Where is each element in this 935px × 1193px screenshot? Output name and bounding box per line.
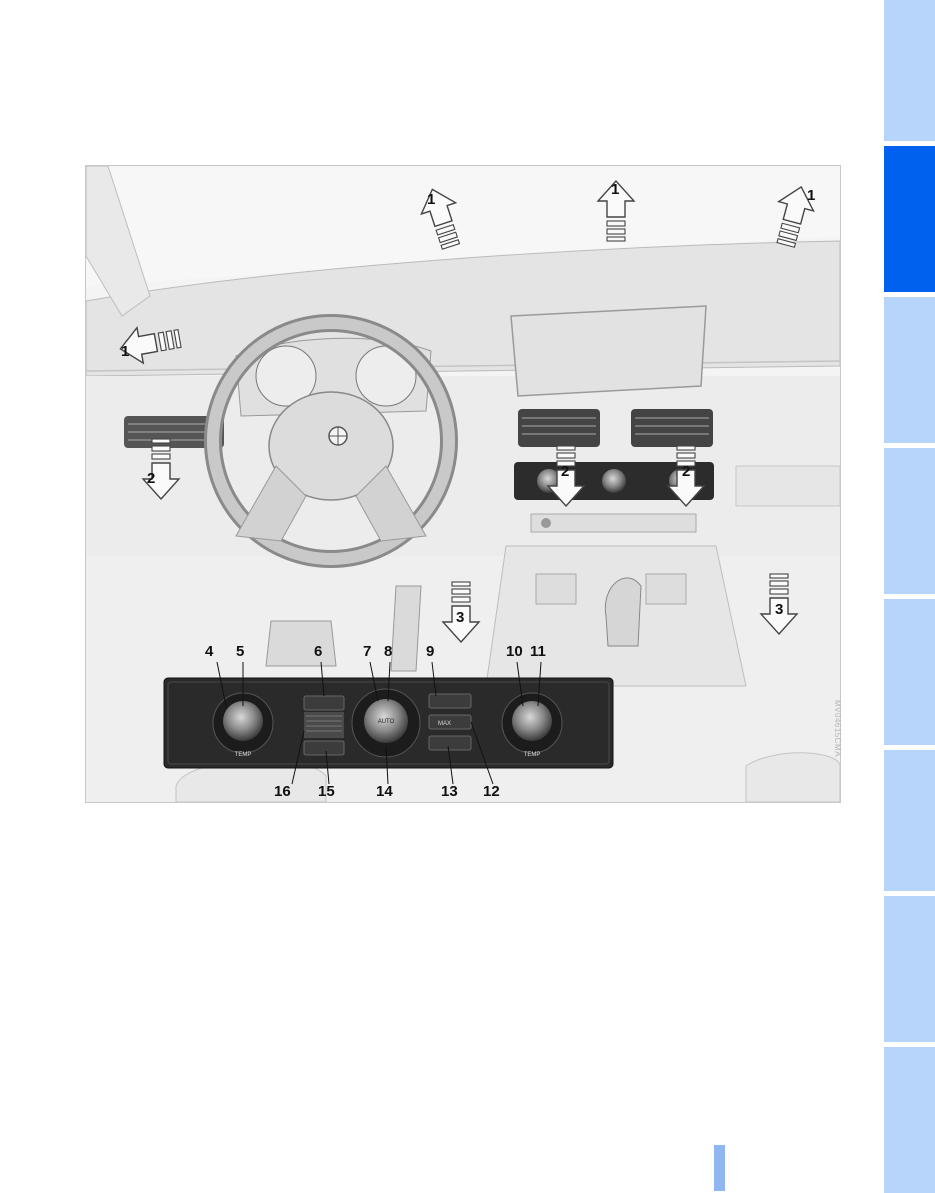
button-9[interactable] xyxy=(428,693,472,709)
arrow-label-1d: 1 xyxy=(121,343,129,360)
figure-code: MV04615CMA xyxy=(833,700,842,758)
callout-11: 11 xyxy=(530,643,546,660)
callout-14: 14 xyxy=(376,783,393,800)
callout-9: 9 xyxy=(426,643,434,660)
button-13[interactable] xyxy=(428,735,472,751)
callout-7: 7 xyxy=(363,643,371,660)
callout-13: 13 xyxy=(441,783,458,800)
callout-15: 15 xyxy=(318,783,335,800)
tab-5[interactable] xyxy=(884,599,935,745)
callout-10: 10 xyxy=(506,643,523,660)
max-label: MAX xyxy=(438,721,451,727)
arrow-label-1c: 1 xyxy=(807,187,815,204)
temp-right-label: TEMP xyxy=(524,752,541,758)
page-marker xyxy=(714,1145,725,1191)
dashboard-illustration: 1 1 1 1 2 2 2 3 3 TEMP AUTO MAX TEMP 4 5… xyxy=(85,165,841,803)
temp-knob-left[interactable] xyxy=(223,701,263,741)
vent-arrow-2-left xyxy=(142,438,180,500)
vent-arrow-1-left-windshield xyxy=(414,183,469,253)
arrow-label-3b: 3 xyxy=(775,601,783,618)
callout-16: 16 xyxy=(274,783,291,800)
arrow-label-2c: 2 xyxy=(682,463,690,480)
button-6[interactable] xyxy=(303,695,345,711)
temp-knob-right[interactable] xyxy=(512,701,552,741)
tab-7[interactable] xyxy=(884,896,935,1042)
section-tabs xyxy=(884,0,935,1193)
callout-8: 8 xyxy=(384,643,392,660)
callout-6: 6 xyxy=(314,643,322,660)
callout-4: 4 xyxy=(205,643,214,660)
auto-label: AUTO xyxy=(378,719,395,725)
arrow-label-2b: 2 xyxy=(561,463,569,480)
tab-6[interactable] xyxy=(884,750,935,891)
arrow-label-2a: 2 xyxy=(147,470,155,487)
arrow-label-1a: 1 xyxy=(427,191,435,208)
climate-control-panel: TEMP AUTO MAX TEMP xyxy=(163,661,614,785)
arrow-label-1b: 1 xyxy=(611,181,619,198)
temp-left-label: TEMP xyxy=(235,752,252,758)
tab-8[interactable] xyxy=(884,1047,935,1193)
tab-1[interactable] xyxy=(884,0,935,141)
arrow-label-3a: 3 xyxy=(456,609,464,626)
callout-12: 12 xyxy=(483,783,500,800)
tab-2-active[interactable] xyxy=(884,146,935,292)
tab-4[interactable] xyxy=(884,448,935,594)
callout-5: 5 xyxy=(236,643,244,660)
button-15[interactable] xyxy=(303,740,345,756)
tab-3[interactable] xyxy=(884,297,935,443)
